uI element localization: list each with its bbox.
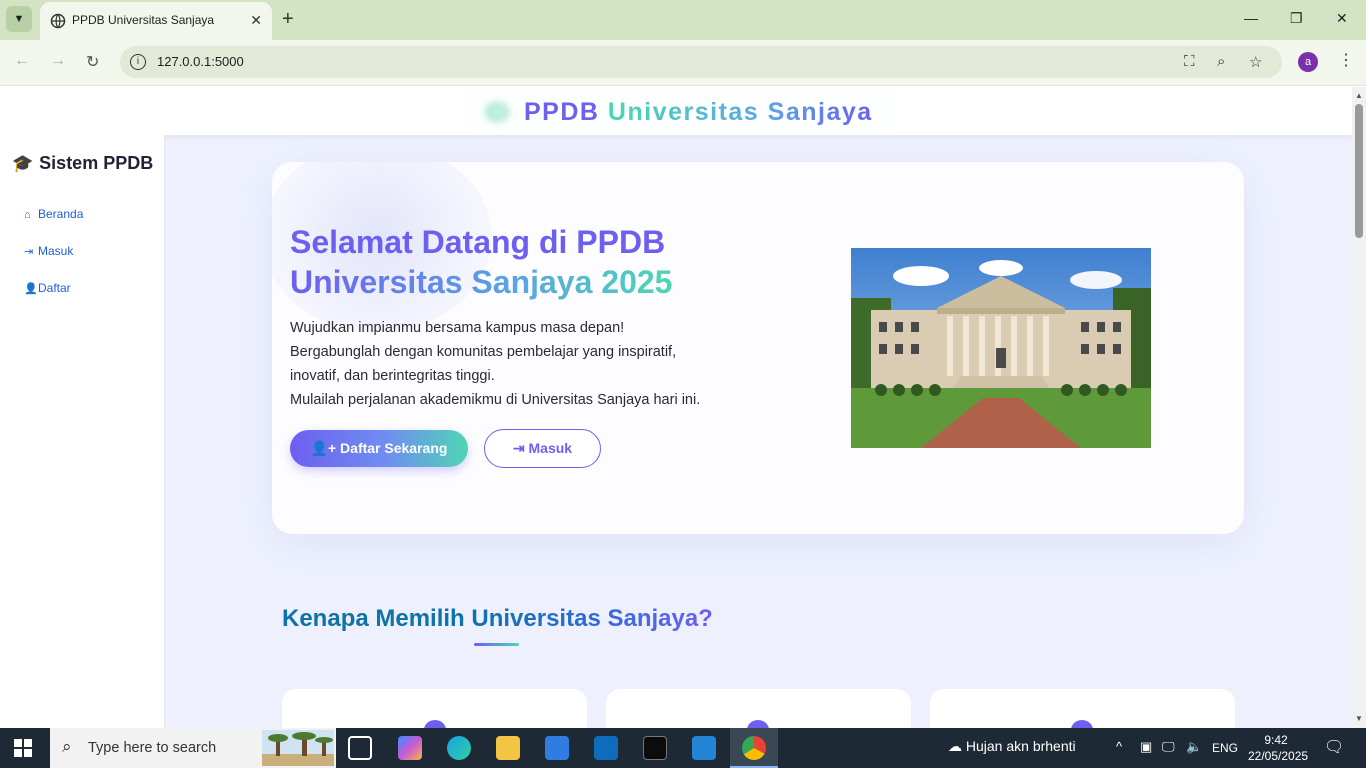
brand-university: Universitas Sanjaya [607, 98, 873, 126]
meet-now-icon[interactable]: ▣ [1140, 739, 1152, 755]
user-plus-icon: 👤 [24, 283, 38, 295]
rain-cloud-icon: ☁ [948, 738, 966, 754]
zoom-icon[interactable]: ⌕ [1217, 53, 1225, 70]
new-tab-button[interactable]: + [282, 8, 294, 30]
browser-tabbar: ▼ PPDB Universitas Sanjaya ✕ + — ❐ ✕ [0, 0, 1366, 42]
search-highlight-icon [262, 730, 334, 766]
close-window-icon[interactable]: ✕ [1336, 10, 1348, 27]
windows-taskbar: ⌕ Type here to search ☁ Hujan akn brhent… [0, 728, 1366, 768]
chrome-taskbar-button[interactable] [730, 728, 778, 768]
edge-browser-icon[interactable] [447, 736, 471, 760]
feature-card [930, 689, 1235, 728]
tab-search-button[interactable]: ▼ [6, 6, 32, 32]
notifications-icon[interactable]: 🗨 [1324, 737, 1344, 757]
browser-tab[interactable]: PPDB Universitas Sanjaya ✕ [40, 2, 272, 42]
windows-start-icon[interactable] [14, 739, 32, 757]
taskbar-search[interactable]: ⌕ Type here to search [50, 728, 336, 768]
outlook-icon[interactable] [594, 736, 618, 760]
terminal-icon[interactable] [643, 736, 667, 760]
tab-title: PPDB Universitas Sanjaya [72, 13, 215, 27]
sidebar: 🎓 Sistem PPDB ⌂ Beranda ⇥ Masuk 👤Daftar [0, 135, 165, 728]
page-scrollbar[interactable]: ▲ ▼ [1352, 87, 1366, 728]
copilot-icon[interactable] [398, 736, 422, 760]
hero-title: Selamat Datang di PPDB Universitas Sanja… [290, 224, 673, 300]
scroll-up-icon[interactable]: ▲ [1355, 91, 1363, 100]
network-icon[interactable]: 🖵 [1162, 739, 1175, 755]
feature-card [282, 689, 587, 728]
university-building-image [851, 248, 1151, 448]
globe-icon [1071, 720, 1093, 728]
sidebar-item-masuk[interactable]: ⇥ Masuk [24, 244, 73, 258]
scrollbar-thumb[interactable] [1355, 104, 1363, 238]
browser-menu-icon[interactable]: ⋮ [1338, 50, 1354, 70]
hero-description: Wujudkan impianmu bersama kampus masa de… [290, 320, 701, 408]
heading-underline [474, 643, 519, 646]
sign-in-icon: ⇥ [512, 440, 529, 456]
weather-widget[interactable]: ☁ Hujan akn brhenti [948, 738, 1076, 755]
graduation-cap-icon: 🎓 [12, 154, 34, 173]
bookmark-star-icon[interactable]: ☆ [1249, 53, 1262, 71]
vscode-icon[interactable] [692, 736, 716, 760]
user-plus-icon: 👤+ [310, 440, 341, 456]
url-text[interactable]: 127.0.0.1:5000 [157, 54, 244, 69]
forward-icon[interactable]: → [50, 52, 66, 70]
shield-icon [424, 720, 446, 728]
globe-icon [50, 13, 66, 29]
address-bar[interactable]: i 127.0.0.1:5000 ⛶ ⌕ ☆ [120, 46, 1282, 78]
feature-card [606, 689, 911, 728]
brand-ppdb: PPDB [524, 98, 600, 126]
hero-card: Selamat Datang di PPDB Universitas Sanja… [272, 162, 1244, 534]
microsoft-store-icon[interactable] [545, 736, 569, 760]
why-heading: Kenapa Memilih Universitas Sanjaya? [282, 605, 713, 632]
site-info-icon[interactable]: i [130, 54, 146, 70]
sign-in-icon: ⇥ [24, 246, 34, 258]
logo-icon [484, 101, 510, 123]
chevron-up-icon[interactable]: ^ [1116, 739, 1122, 754]
sidebar-item-daftar[interactable]: 👤Daftar [24, 281, 71, 295]
sidebar-title: 🎓 Sistem PPDB [12, 153, 154, 173]
language-indicator[interactable]: ENG [1212, 741, 1238, 755]
home-icon: ⌂ [24, 209, 31, 221]
file-explorer-icon[interactable] [496, 736, 520, 760]
task-view-icon[interactable] [348, 736, 372, 760]
daftar-sekarang-button[interactable]: 👤+ Daftar Sekarang [290, 430, 468, 467]
minimize-icon[interactable]: — [1244, 10, 1258, 26]
reload-icon[interactable]: ↻ [86, 52, 99, 72]
page-viewport: PPDB Universitas Sanjaya 🎓 Sistem PPDB ⌂ B… [0, 87, 1352, 728]
profile-avatar[interactable]: a [1298, 52, 1318, 72]
browser-toolbar: ← → ↻ i 127.0.0.1:5000 ⛶ ⌕ ☆ a ⋮ [0, 40, 1366, 86]
chrome-icon [742, 736, 766, 760]
back-icon[interactable]: ← [14, 52, 30, 70]
scroll-down-icon[interactable]: ▼ [1355, 714, 1363, 723]
sidebar-item-beranda[interactable]: ⌂ Beranda [24, 207, 83, 221]
search-placeholder: Type here to search [88, 740, 217, 756]
translate-icon[interactable]: ⛶ [1184, 53, 1195, 70]
masuk-button[interactable]: ⇥ Masuk [484, 429, 601, 468]
restore-icon[interactable]: ❐ [1290, 10, 1303, 27]
search-icon: ⌕ [62, 737, 72, 756]
user-icon [747, 720, 769, 728]
volume-icon[interactable]: 🔈 [1186, 739, 1202, 755]
close-tab-icon[interactable]: ✕ [250, 12, 262, 29]
site-brand[interactable]: PPDB Universitas Sanjaya [466, 89, 898, 133]
system-clock[interactable]: 9:42 22/05/2025 [1248, 732, 1308, 764]
site-header: PPDB Universitas Sanjaya [0, 87, 1352, 135]
